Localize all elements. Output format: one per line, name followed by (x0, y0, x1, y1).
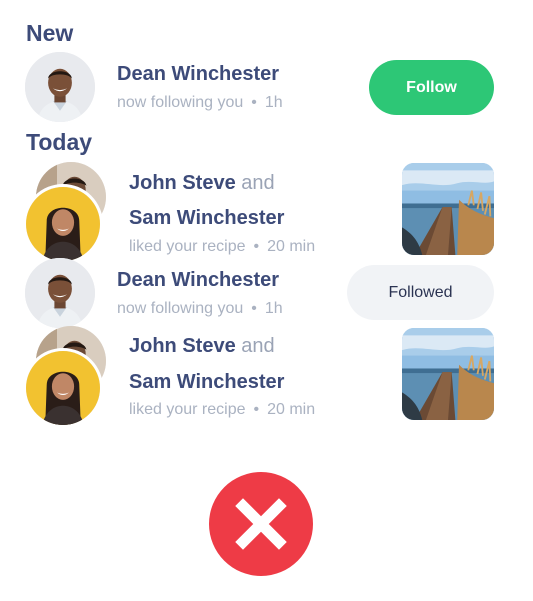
notification-username[interactable]: Dean Winchester (117, 269, 279, 292)
notification-username[interactable]: Dean Winchester (117, 63, 279, 86)
notification-username-a[interactable]: John Steve (129, 335, 236, 357)
notification-time: 20 min (267, 401, 316, 418)
notification-time: 1h (264, 300, 283, 317)
separator-dot: • (253, 401, 260, 418)
followed-button[interactable]: Followed (347, 265, 494, 320)
separator-dot: • (253, 238, 260, 255)
avatar[interactable] (25, 258, 95, 328)
recipe-image-icon (402, 163, 494, 255)
notification-row-follow-2: Dean Winchester now following you • 1h Fol… (0, 258, 533, 328)
notification-meta: liked your recipe • 20 min (129, 238, 315, 256)
connector-text: and (241, 335, 275, 357)
notification-meta: now following you • 1h (117, 94, 283, 112)
user-avatar-icon (26, 187, 100, 261)
notification-time: 1h (264, 94, 283, 111)
notification-usernames-line-1: John Steve and (129, 335, 275, 358)
avatar-front[interactable] (23, 348, 103, 428)
recipe-thumbnail[interactable] (402, 163, 494, 255)
avatar-front[interactable] (23, 184, 103, 264)
recipe-image-icon (402, 328, 494, 420)
notification-username-b[interactable]: Sam Winchester (129, 371, 284, 394)
notification-row-follow-1: Dean Winchester now following you • 1h Fol… (0, 52, 533, 122)
follow-button[interactable]: Follow (369, 60, 494, 115)
notification-action: now following you (117, 94, 244, 111)
notification-meta: now following you • 1h (117, 300, 283, 318)
notification-action: now following you (117, 300, 244, 317)
section-heading-today: Today (26, 129, 93, 155)
notification-action: liked your recipe (129, 238, 246, 255)
separator-dot: • (251, 300, 257, 317)
notification-usernames-line-1: John Steve and (129, 172, 275, 195)
separator-dot: • (251, 94, 257, 111)
user-avatar-icon (25, 258, 95, 328)
user-avatar-icon (26, 351, 100, 425)
section-heading-new: New (26, 20, 74, 46)
user-avatar-icon (25, 52, 95, 122)
notification-meta: liked your recipe • 20 min (129, 401, 315, 419)
notification-action: liked your recipe (129, 401, 246, 418)
notification-time: 20 min (267, 238, 316, 255)
recipe-thumbnail[interactable] (402, 328, 494, 420)
close-button[interactable] (209, 472, 313, 576)
notification-username-b[interactable]: Sam Winchester (129, 207, 284, 230)
notification-row-like-2: John Steve and Sam Winchester liked your… (0, 326, 533, 428)
avatar[interactable] (25, 52, 95, 122)
connector-text: and (241, 172, 275, 194)
close-icon (235, 498, 287, 550)
notification-row-like-1: John Steve and Sam Winchester liked your… (0, 162, 533, 264)
notification-username-a[interactable]: John Steve (129, 172, 236, 194)
